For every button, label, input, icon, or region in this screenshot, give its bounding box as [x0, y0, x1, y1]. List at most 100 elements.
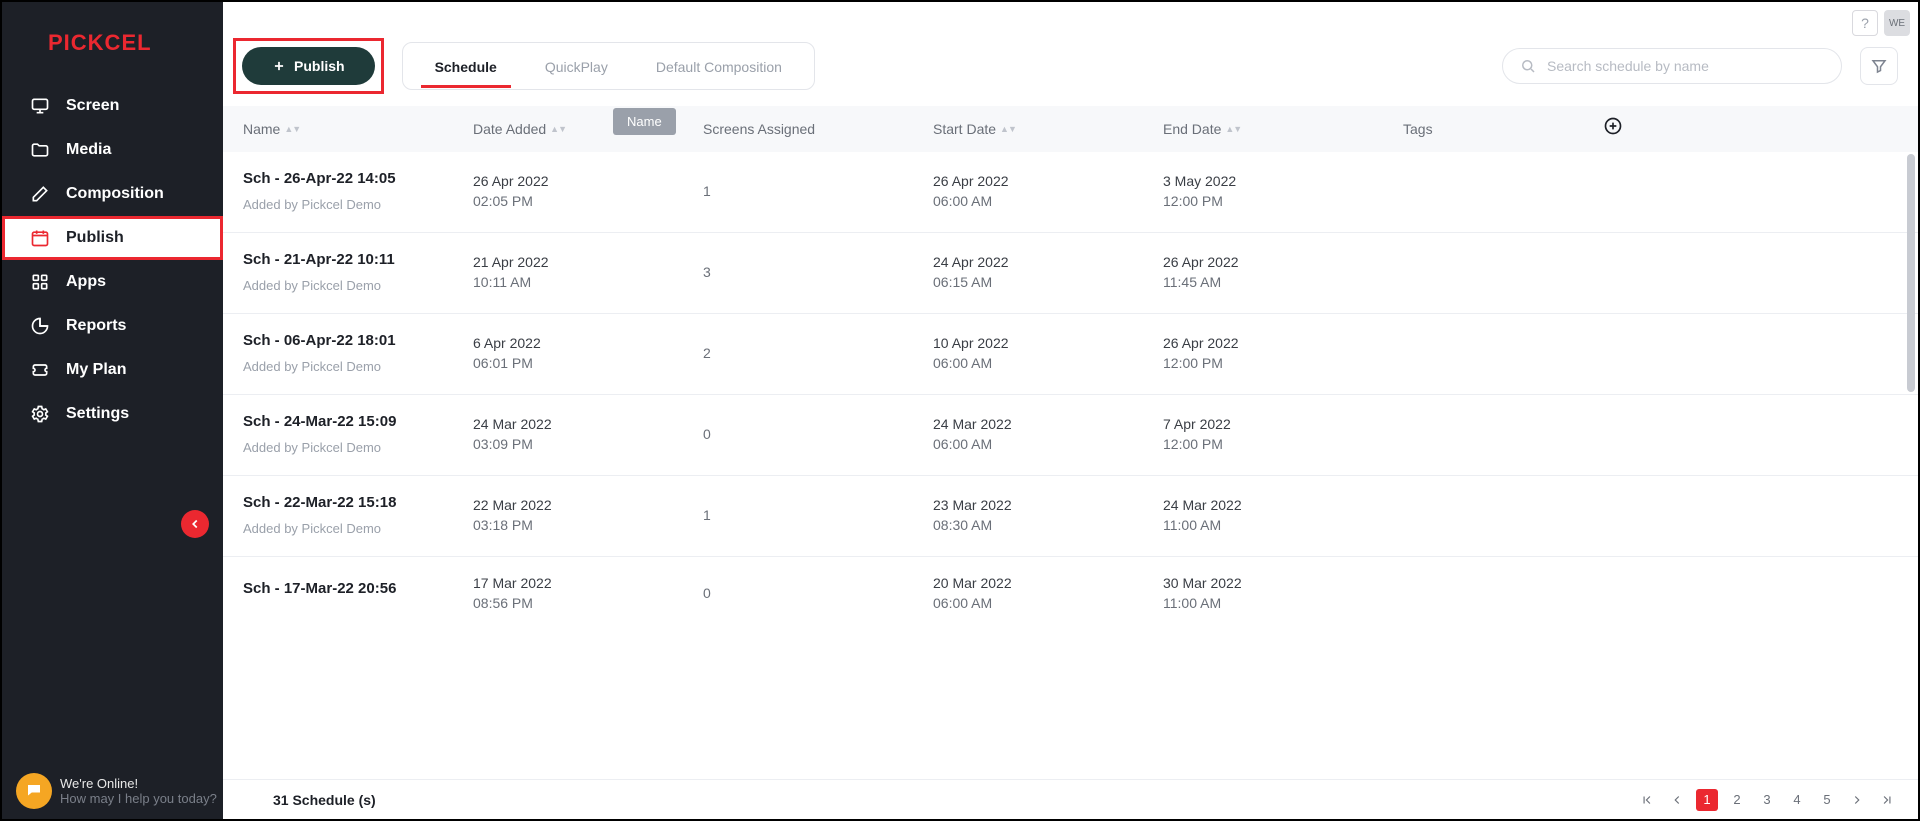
page-prev[interactable]	[1666, 789, 1688, 811]
edit-icon	[30, 184, 50, 204]
search-input[interactable]	[1547, 58, 1825, 74]
col-tags[interactable]: Tags	[1403, 121, 1603, 137]
cell-date-added: 17 Mar 202208:56 PM	[473, 575, 703, 611]
tabs: Schedule QuickPlay Default Composition	[402, 42, 815, 90]
name-tooltip: Name	[613, 108, 676, 135]
chevron-left-icon	[1670, 793, 1684, 807]
ticket-icon	[30, 360, 50, 380]
schedule-table: Name▲▼ Date Added▲▼ Screens Assigned Sta…	[223, 106, 1918, 779]
sidebar-item-myplan[interactable]: My Plan	[2, 348, 223, 392]
col-start[interactable]: Start Date▲▼	[933, 121, 1163, 137]
cell-name: Sch - 22-Mar-22 15:18Added by Pickcel De…	[243, 494, 473, 536]
page-first[interactable]	[1636, 789, 1658, 811]
table-row[interactable]: Sch - 17-Mar-22 20:5617 Mar 202208:56 PM…	[223, 557, 1918, 630]
page-last[interactable]	[1876, 789, 1898, 811]
sidebar-item-media[interactable]: Media	[2, 128, 223, 172]
sort-icon: ▲▼	[1000, 124, 1016, 134]
page-3[interactable]: 3	[1756, 789, 1778, 811]
sidebar-item-apps[interactable]: Apps	[2, 260, 223, 304]
col-end[interactable]: End Date▲▼	[1163, 121, 1403, 137]
search-box[interactable]	[1502, 48, 1842, 84]
table-row[interactable]: Sch - 24-Mar-22 15:09 Added by Pickcel De…	[223, 395, 1918, 476]
cell-name: Sch - 26-Apr-22 14:05 Added by Pickcel De…	[243, 170, 473, 212]
cell-date-added: 24 Mar 202203:09 PM	[473, 416, 703, 452]
tab-schedule[interactable]: Schedule	[411, 45, 521, 87]
help-button[interactable]: ?	[1852, 10, 1878, 36]
page-1[interactable]: 1	[1696, 789, 1718, 811]
schedule-added-by: Added by Pickcel Demo	[243, 278, 473, 293]
sidebar-item-label: Composition	[66, 185, 164, 203]
cell-name: Sch - 21-Apr-22 10:11 Added by Pickcel De…	[243, 251, 473, 293]
tab-default-composition[interactable]: Default Composition	[632, 45, 806, 87]
sidebar-item-label: Apps	[66, 273, 106, 291]
sidebar-item-composition[interactable]: Composition	[2, 172, 223, 216]
sidebar-item-settings[interactable]: Settings	[2, 392, 223, 436]
col-name[interactable]: Name▲▼	[243, 121, 473, 137]
tab-quickplay[interactable]: QuickPlay	[521, 45, 632, 87]
publish-button[interactable]: Publish	[242, 47, 375, 85]
sidebar-item-publish[interactable]: Publish	[2, 216, 223, 260]
cell-date-added: 6 Apr 202206:01 PM	[473, 335, 703, 371]
schedule-added-by: Added by Pickcel Demo	[243, 440, 473, 455]
chat-widget[interactable]: We're Online! How may I help you today?	[16, 773, 217, 809]
page-4[interactable]: 4	[1786, 789, 1808, 811]
user-avatar[interactable]: WE	[1884, 10, 1910, 36]
arrow-left-icon	[188, 517, 202, 531]
cell-start: 10 Apr 202206:00 AM	[933, 335, 1163, 371]
plus-circle-icon	[1603, 116, 1623, 136]
cell-name: Sch - 06-Apr-22 18:01Added by Pickcel De…	[243, 332, 473, 374]
page-next[interactable]	[1846, 789, 1868, 811]
cell-screens: 1	[703, 183, 933, 199]
toolbar: Publish Schedule QuickPlay Default Compo…	[223, 2, 1918, 94]
sort-icon: ▲▼	[284, 124, 300, 134]
cell-start: 24 Apr 202206:15 AM	[933, 254, 1163, 290]
cell-start: 24 Mar 202206:00 AM	[933, 416, 1163, 452]
cell-screens: 3	[703, 264, 933, 280]
sidebar-item-label: My Plan	[66, 361, 126, 379]
cell-screens: 0	[703, 426, 933, 442]
table-row[interactable]: Sch - 26-Apr-22 14:05 Added by Pickcel De…	[223, 152, 1918, 233]
chat-subtitle: How may I help you today?	[60, 791, 217, 806]
sidebar-item-reports[interactable]: Reports	[2, 304, 223, 348]
schedule-name: Sch - 24-Mar-22 15:09	[243, 413, 473, 430]
schedule-added-by: Added by Pickcel Demo	[243, 197, 473, 212]
filter-button[interactable]	[1860, 47, 1898, 85]
sidebar-item-screen[interactable]: Screen	[2, 84, 223, 128]
cell-screens: 2	[703, 345, 933, 361]
chevron-right-icon	[1850, 793, 1864, 807]
sort-icon: ▲▼	[550, 124, 566, 134]
schedule-name: Sch - 26-Apr-22 14:05	[243, 170, 473, 187]
sort-icon: ▲▼	[1225, 124, 1241, 134]
sidebar-item-label: Settings	[66, 405, 129, 423]
cell-date-added: 26 Apr 202202:05 PM	[473, 173, 703, 209]
table-footer: 31 Schedule (s) 1 2 3 4 5	[223, 779, 1918, 819]
page-5[interactable]: 5	[1816, 789, 1838, 811]
table-row[interactable]: Sch - 06-Apr-22 18:01Added by Pickcel De…	[223, 314, 1918, 395]
cell-name: Sch - 24-Mar-22 15:09 Added by Pickcel De…	[243, 413, 473, 455]
add-column-button[interactable]	[1603, 116, 1623, 142]
table-header: Name▲▼ Date Added▲▼ Screens Assigned Sta…	[223, 106, 1918, 152]
cell-name: Sch - 17-Mar-22 20:56	[243, 580, 473, 607]
page-2[interactable]: 2	[1726, 789, 1748, 811]
collapse-sidebar-button[interactable]	[181, 510, 209, 538]
result-count: 31 Schedule (s)	[243, 792, 376, 808]
funnel-icon	[1870, 57, 1888, 75]
cell-start: 20 Mar 202206:00 AM	[933, 575, 1163, 611]
pie-icon	[30, 316, 50, 336]
schedule-name: Sch - 21-Apr-22 10:11	[243, 251, 473, 268]
pagination: 1 2 3 4 5	[1636, 789, 1898, 811]
table-row[interactable]: Sch - 21-Apr-22 10:11 Added by Pickcel De…	[223, 233, 1918, 314]
cell-screens: 0	[703, 585, 933, 601]
schedule-name: Sch - 17-Mar-22 20:56	[243, 580, 473, 597]
cell-end: 7 Apr 202212:00 PM	[1163, 416, 1403, 452]
topbar-right: ? WE	[1852, 10, 1910, 36]
schedule-added-by: Added by Pickcel Demo	[243, 359, 473, 374]
cell-start: 23 Mar 202208:30 AM	[933, 497, 1163, 533]
last-icon	[1880, 793, 1894, 807]
schedule-added-by: Added by Pickcel Demo	[243, 521, 473, 536]
chat-icon	[16, 773, 52, 809]
col-screens[interactable]: Screens Assigned	[703, 121, 933, 137]
scrollbar-thumb[interactable]	[1907, 154, 1915, 392]
sidebar: PICKCEL Screen Media Composition Publish…	[2, 2, 223, 819]
table-row[interactable]: Sch - 22-Mar-22 15:18Added by Pickcel De…	[223, 476, 1918, 557]
